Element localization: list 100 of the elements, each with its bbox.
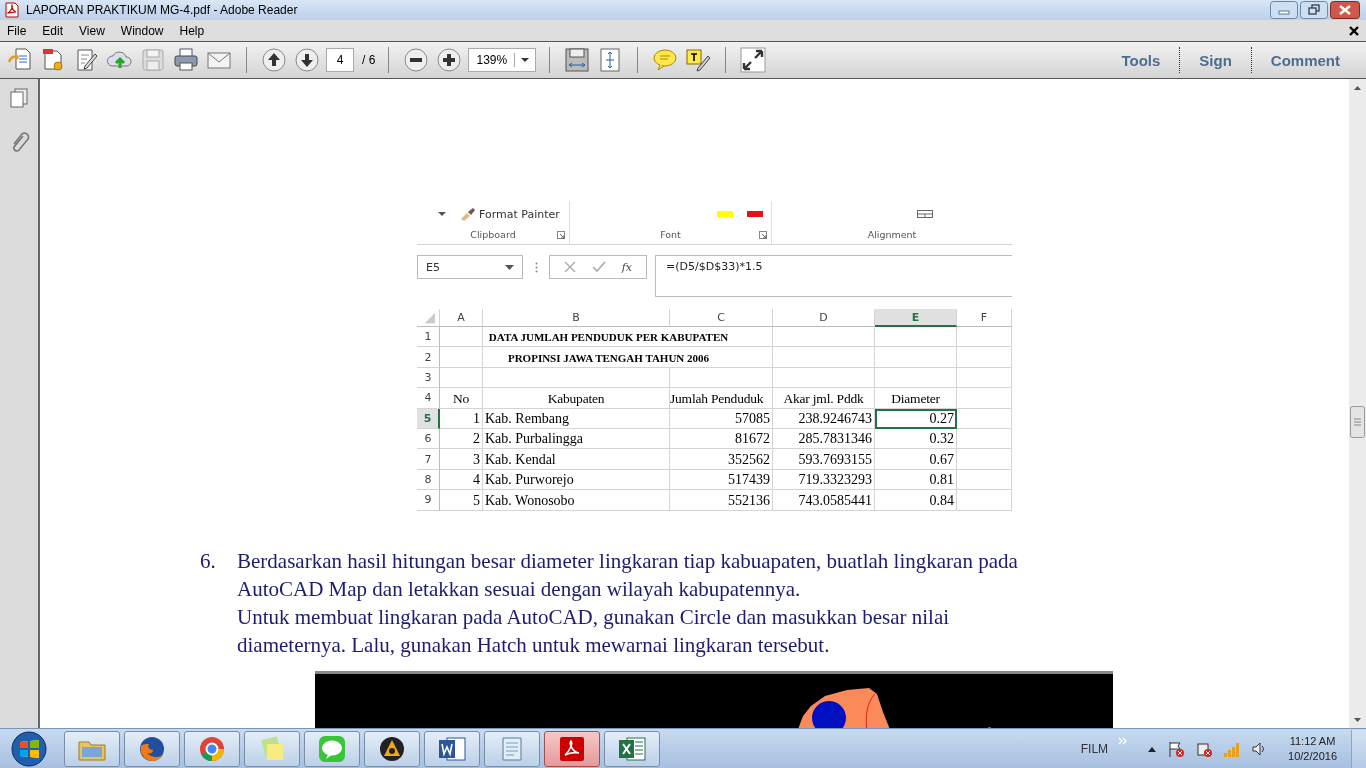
dialog-launcher-icon[interactable] <box>557 231 565 239</box>
group-label: Alignment <box>867 229 917 240</box>
scroll-thumb[interactable] <box>1350 406 1365 438</box>
next-page-icon[interactable] <box>293 46 321 74</box>
pane-button[interactable]: Comment <box>1256 51 1354 69</box>
caret-icon[interactable] <box>521 58 530 62</box>
insert-function-button[interactable]: fx <box>621 260 633 274</box>
row-header[interactable]: 3 <box>417 367 440 389</box>
caret-icon <box>438 211 446 217</box>
close-icon[interactable] <box>1348 24 1360 37</box>
row-header[interactable]: 8 <box>417 469 440 491</box>
table-cell: 4 <box>440 469 483 491</box>
empty-cell <box>957 428 1012 450</box>
table-cell: 1 <box>440 408 483 429</box>
table-cell: 5 <box>440 490 483 511</box>
highlight-text-icon[interactable] <box>684 46 713 74</box>
caret-icon <box>505 264 514 270</box>
column-header[interactable]: B <box>483 309 670 327</box>
highlight-color-icon[interactable] <box>717 211 733 217</box>
empty-cell <box>957 327 1012 348</box>
dialog-launcher-icon[interactable] <box>759 231 767 239</box>
check-icon[interactable] <box>591 261 606 273</box>
group-label: Clipboard <box>470 229 516 240</box>
table-cell: 552136 <box>670 490 773 511</box>
row-header[interactable]: 6 <box>417 428 440 450</box>
font-color-icon[interactable] <box>747 211 763 217</box>
row-header[interactable]: 2 <box>417 347 440 368</box>
taskbar-button[interactable] <box>124 730 180 767</box>
taskbar-button[interactable] <box>364 730 420 767</box>
column-header[interactable]: A <box>440 309 483 327</box>
formula-field[interactable]: =(D5/$D$33)*1.5 <box>655 255 1012 297</box>
row-header[interactable]: 7 <box>417 449 440 470</box>
close-button[interactable] <box>1330 1 1360 19</box>
pages-icon[interactable] <box>8 87 30 109</box>
print-icon[interactable] <box>172 46 200 74</box>
table-cell: Akar jml. Pddk <box>773 388 875 409</box>
column-header[interactable]: C <box>670 309 773 327</box>
pane-button[interactable]: Sign <box>1185 51 1246 69</box>
paragraph: Berdasarkan hasil hitungan besar diameter lingkaran tiap kabuapaten, buatlah lingkaran pada AutoCAD Map dan letakkan sesuai dengan wilayah kabupatennya. <box>237 547 1018 603</box>
table-cell: Kabupaten <box>483 388 670 409</box>
table-cell: Jumlah Penduduk <box>670 388 773 409</box>
table-cell: 719.3323293 <box>773 469 875 491</box>
taskbar-button[interactable] <box>604 730 660 767</box>
page-number-field[interactable]: 4 <box>326 48 354 72</box>
page-count: / 6 <box>362 53 376 67</box>
table-cell: 2 <box>440 428 483 450</box>
pdf-icon <box>4 2 20 18</box>
name-box[interactable]: E5 <box>417 255 523 279</box>
paragraph: Untuk membuat lingkaran pada AutoCAD, gunakan Circle dan masukkan besar nilai diameternya. Lalu, gunakan Hatch untuk mewarnai lingkaran tersebut. <box>237 603 951 659</box>
flag-icon[interactable] <box>1167 739 1186 758</box>
table-cell: 352562 <box>670 449 773 470</box>
fit-width-icon[interactable] <box>563 46 592 74</box>
table-cell: Diameter <box>875 388 957 409</box>
previous-page-icon[interactable] <box>260 46 288 74</box>
column-header[interactable]: E <box>875 309 957 327</box>
empty-cell <box>957 469 1012 491</box>
table-cell: Kab. Purbalingga <box>483 428 670 450</box>
menu-item[interactable]: Window <box>120 23 164 38</box>
table-cell: No <box>440 388 483 409</box>
column-header[interactable]: D <box>773 309 875 327</box>
table-cell: 0.32 <box>875 428 957 450</box>
table-cell: Kab. Purworejo <box>483 469 670 491</box>
format-painter-button[interactable]: Format Painter <box>460 207 560 221</box>
menu-item[interactable]: File <box>7 23 27 38</box>
table-cell: Kab. Rembang <box>483 408 670 429</box>
sheet-title: PROPINSI JAWA TENGAH TAHUN 2006 <box>507 351 710 364</box>
table-cell: 285.7831346 <box>773 428 875 450</box>
table-cell: 0.81 <box>875 469 957 491</box>
pane-button[interactable]: Tools <box>1107 51 1175 69</box>
row-header[interactable]: 1 <box>417 327 440 348</box>
row-header[interactable]: 4 <box>417 388 440 409</box>
table-cell: 57085 <box>670 408 773 429</box>
table-cell: Kab. Wonosobo <box>483 490 670 511</box>
table-cell: Kab. Kendal <box>483 449 670 470</box>
restore-button[interactable] <box>1300 1 1328 19</box>
table-cell: 593.7693155 <box>773 449 875 470</box>
menu-item[interactable]: Help <box>179 23 205 38</box>
column-header[interactable]: F <box>957 309 1012 327</box>
empty-cell <box>957 408 1012 429</box>
table-cell: 743.0585441 <box>773 490 875 511</box>
merge-cells-icon[interactable] <box>917 210 933 218</box>
taskbar-button[interactable] <box>424 730 480 767</box>
paintbrush-icon <box>460 207 476 221</box>
toolbar-label[interactable]: FILM <box>1080 741 1109 756</box>
empty-cell <box>957 449 1012 470</box>
zoom-dropdown[interactable]: 139% <box>468 48 537 72</box>
row-header[interactable]: 5 <box>417 408 440 429</box>
clock-date[interactable]: 10/2/2016 <box>1288 748 1337 764</box>
menu-item[interactable]: Edit <box>42 23 64 38</box>
menu-item[interactable]: View <box>79 23 105 38</box>
clock-time[interactable]: 11:12 AM <box>1289 733 1336 749</box>
zoom-in-icon[interactable] <box>435 46 464 74</box>
window-title: LAPORAN PRAKTIKUM MG-4.pdf - Adobe Reader <box>26 3 299 17</box>
minimize-button[interactable] <box>1270 1 1298 19</box>
grip-icon <box>535 262 538 273</box>
full-screen-icon[interactable] <box>739 46 768 74</box>
selected-cell[interactable]: 0.27 <box>875 408 957 429</box>
zoom-out-icon[interactable] <box>402 46 431 74</box>
row-header[interactable]: 9 <box>417 490 440 511</box>
table-cell: 81672 <box>670 428 773 450</box>
